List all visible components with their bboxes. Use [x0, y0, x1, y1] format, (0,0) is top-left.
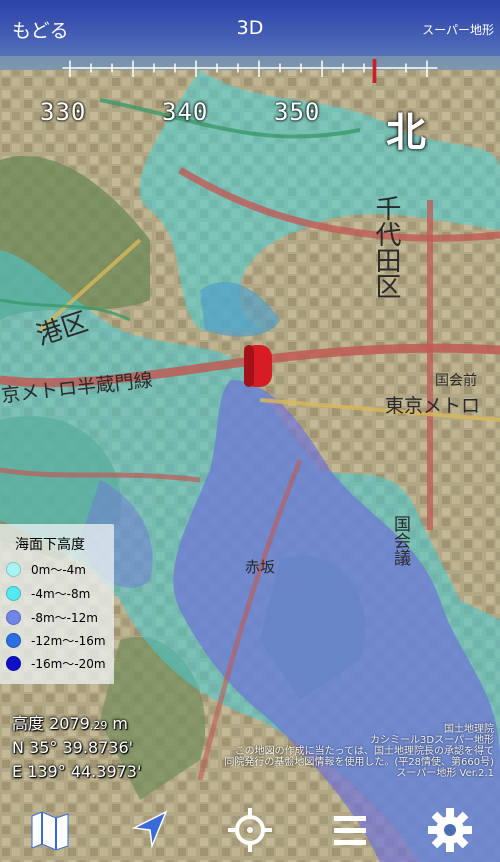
location-marker	[244, 345, 272, 387]
location-arrow-icon	[131, 810, 168, 849]
longitude-readout: E 139° 44.3973'	[12, 762, 142, 781]
location-button[interactable]	[126, 806, 174, 854]
credit-line: スーパー地形 Ver.2.1	[396, 768, 494, 779]
legend-item: -16m〜-20m	[6, 653, 106, 673]
crosshair-button[interactable]	[226, 806, 274, 854]
compass-strip: 330 340 350 北	[0, 56, 500, 156]
map-label-tokyo-metro: 東京メトロ	[385, 395, 480, 417]
settings-button[interactable]	[426, 806, 474, 854]
legend-label: -12m〜-16m	[31, 633, 106, 648]
legend-label: -4m〜-8m	[31, 586, 91, 601]
legend-swatch	[6, 585, 21, 601]
compass-ticks	[62, 59, 438, 83]
latitude-readout: N 35° 39.8736'	[12, 738, 134, 757]
legend-swatch	[6, 655, 21, 671]
map-button[interactable]	[26, 806, 74, 854]
legend-item: 0m〜-4m	[6, 559, 86, 579]
credit-line: 同院発行の基盤地図情報を使用した。(平28情使、第660号)	[224, 757, 494, 768]
map-label-kokkai: 国会議	[390, 515, 411, 566]
map-credit: 国土地理院 カシミール3Dスーパー地形 この地図の作成に当たっては、国土地理院長…	[194, 724, 494, 779]
legend-label: -16m〜-20m	[31, 656, 106, 671]
map-label-kokkaimae: 国会前	[435, 372, 477, 389]
bottom-toolbar	[0, 800, 500, 862]
menu-button[interactable]	[326, 806, 374, 854]
altitude-label: 高度	[12, 714, 45, 733]
compass-label-350: 350	[274, 98, 321, 126]
legend-label: 0m〜-4m	[31, 562, 86, 577]
app-name: スーパー地形	[422, 23, 494, 37]
compass-label-330: 330	[40, 98, 87, 126]
legend-swatch	[6, 632, 21, 648]
legend-item: -4m〜-8m	[6, 583, 90, 603]
map-label-akasaka: 赤坂	[245, 558, 275, 576]
legend-swatch	[6, 609, 21, 625]
legend-swatch	[6, 561, 21, 577]
credit-line: カシミール3Dスーパー地形	[370, 735, 494, 746]
legend-label: -8m〜-12m	[31, 610, 98, 625]
top-bar: もどる 3D スーパー地形	[0, 0, 500, 56]
credit-line: 国土地理院	[444, 724, 494, 735]
map-label-chiyoda: 千代田区	[371, 195, 401, 299]
credit-line: この地図の作成に当たっては、国土地理院長の承認を得て	[234, 746, 494, 757]
crosshair-icon	[228, 808, 272, 852]
compass-north-label: 北	[386, 110, 426, 156]
compass-label-340: 340	[162, 98, 209, 126]
legend-title: 海面下高度	[15, 537, 85, 553]
legend-item: -12m〜-16m	[6, 630, 106, 650]
altitude-value: 2079	[49, 714, 90, 733]
altitude-readout: 高度 2079.29 m	[12, 710, 128, 734]
map-icon	[31, 811, 69, 851]
legend-item: -8m〜-12m	[6, 607, 98, 627]
altitude-decimal: .29	[89, 719, 108, 732]
altitude-unit: m	[112, 714, 129, 733]
elevation-legend: 海面下高度 0m〜-4m -4m〜-8m -8m〜-12m -12m〜-16m …	[0, 524, 114, 684]
gear-icon	[428, 808, 472, 852]
menu-icon	[334, 816, 366, 845]
